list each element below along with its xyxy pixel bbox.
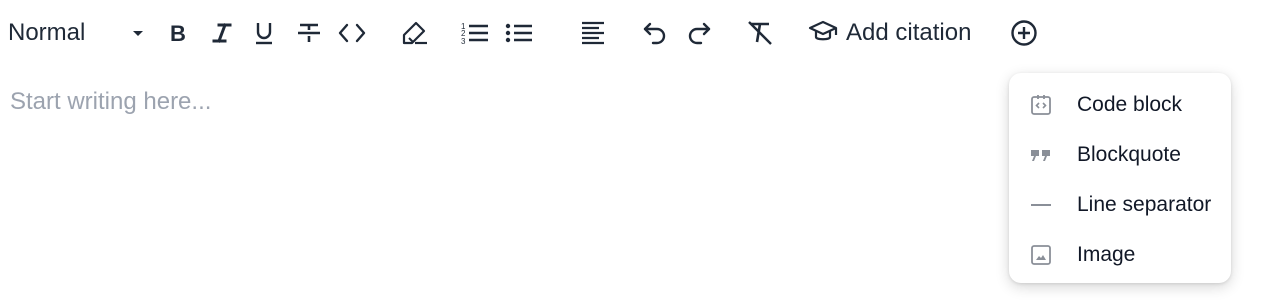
editor-toolbar: Normal B 1 2 3 Add citation: [0, 0, 1280, 66]
inline-code-button[interactable]: [336, 17, 368, 49]
menu-item-line-separator[interactable]: Line separator: [1009, 183, 1231, 227]
numbered-list-icon: 1 2 3: [460, 20, 490, 46]
menu-item-label: Line separator: [1077, 193, 1212, 216]
strikethrough-icon: [296, 20, 322, 46]
undo-button[interactable]: [640, 17, 670, 49]
ordered-list-button[interactable]: 1 2 3: [460, 17, 490, 49]
redo-icon: [685, 19, 713, 47]
menu-item-label: Code block: [1077, 93, 1183, 116]
add-citation-label: Add citation: [846, 19, 972, 46]
code-icon: [337, 21, 367, 45]
text-style-select[interactable]: Normal: [8, 16, 148, 50]
plus-circle-icon: [1009, 18, 1039, 48]
italic-button[interactable]: [208, 17, 236, 49]
text-style-value: Normal: [8, 19, 86, 46]
editor-content-area[interactable]: Start writing here...: [10, 88, 211, 116]
svg-text:3: 3: [461, 37, 466, 46]
menu-item-blockquote[interactable]: Blockquote: [1009, 133, 1231, 177]
add-citation-button[interactable]: Add citation: [808, 16, 971, 50]
clear-format-icon: [745, 19, 775, 47]
underline-icon: [253, 20, 275, 46]
strikethrough-button[interactable]: [294, 17, 324, 49]
bold-button[interactable]: B: [164, 17, 192, 49]
clear-format-button[interactable]: [744, 17, 776, 49]
highlight-button[interactable]: [398, 17, 430, 49]
undo-icon: [641, 19, 669, 47]
insert-button[interactable]: [1008, 17, 1040, 49]
menu-item-code-block[interactable]: Code block: [1009, 83, 1231, 127]
highlighter-icon: [399, 19, 429, 47]
bold-icon: B: [167, 21, 189, 45]
bullet-list-icon: [504, 20, 534, 46]
quote-icon: [1029, 143, 1053, 167]
code-block-icon: [1029, 93, 1053, 117]
svg-text:B: B: [170, 21, 186, 45]
graduation-cap-icon: [808, 18, 838, 49]
align-left-icon: [579, 19, 607, 47]
bullet-list-button[interactable]: [504, 17, 534, 49]
editor-page: Normal B 1 2 3 Add citation Start writin…: [0, 0, 1280, 308]
horizontal-rule-icon: [1029, 193, 1053, 217]
menu-item-label: Blockquote: [1077, 143, 1181, 166]
align-button[interactable]: [578, 17, 608, 49]
image-icon: [1029, 243, 1053, 267]
insert-menu: Code block Blockquote Line separator Ima…: [1009, 73, 1231, 283]
underline-button[interactable]: [250, 17, 278, 49]
menu-item-label: Image: [1077, 243, 1136, 266]
italic-icon: [211, 21, 233, 45]
redo-button[interactable]: [684, 17, 714, 49]
menu-item-image[interactable]: Image: [1009, 233, 1231, 277]
caret-down-icon: [130, 25, 146, 46]
